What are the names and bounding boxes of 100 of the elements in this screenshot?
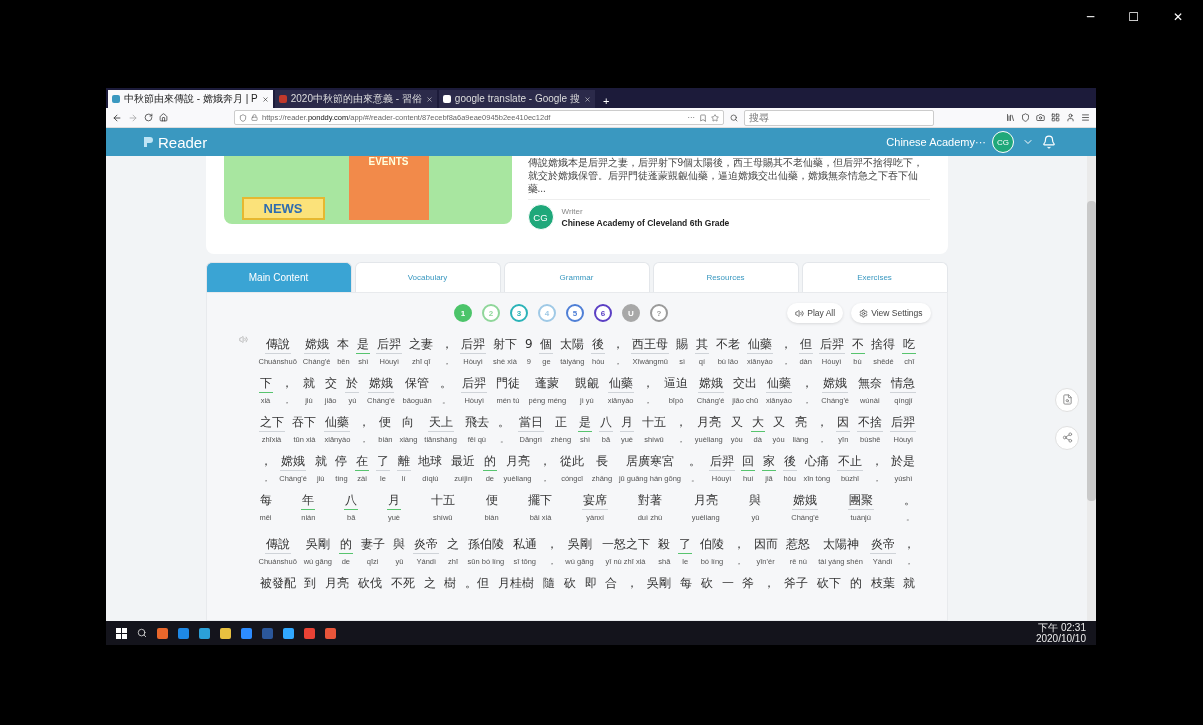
chinese-word[interactable]: 不捨 — [857, 415, 884, 432]
chinese-word[interactable]: 。 — [902, 493, 917, 510]
chinese-word[interactable]: 團聚 — [847, 493, 874, 510]
chinese-word[interactable]: 捨得 — [870, 337, 897, 354]
chinese-word[interactable]: 了 — [375, 454, 390, 471]
taskbar-app-icon[interactable] — [157, 627, 168, 639]
chinese-word[interactable]: 一怒之下 — [600, 537, 651, 554]
chinese-word[interactable]: 居廣寒宮 — [624, 454, 675, 471]
chinese-word[interactable]: 斧 — [741, 576, 756, 593]
chinese-word[interactable]: 樹 — [443, 576, 458, 593]
chinese-word[interactable]: 吳剛 — [566, 537, 593, 554]
chinese-word[interactable]: 月 — [620, 415, 634, 432]
chinese-word[interactable]: 宴席 — [582, 493, 609, 510]
chinese-word[interactable]: 其 — [695, 337, 709, 354]
chinese-word[interactable]: 射下 — [491, 337, 518, 354]
content-tab[interactable]: Vocabulary — [354, 262, 501, 292]
chinese-word[interactable]: 嫦娥 — [280, 454, 307, 471]
browser-tab[interactable]: google translate - Google 搜 — [438, 90, 595, 108]
chinese-word[interactable]: 之妻 — [408, 337, 435, 354]
chinese-word[interactable]: 長 — [594, 454, 609, 471]
chinese-word[interactable]: 。但 — [464, 576, 491, 593]
chinese-word[interactable]: 嫦娥 — [367, 376, 394, 393]
chinese-word[interactable]: 仙藥 — [607, 376, 634, 393]
chinese-word[interactable]: 交出 — [732, 376, 759, 393]
chinese-word[interactable]: 9 — [523, 337, 534, 354]
chinese-word[interactable]: 十五 — [640, 415, 667, 432]
chinese-word[interactable]: 後 — [782, 454, 797, 471]
library-icon[interactable] — [1006, 113, 1015, 122]
chinese-word[interactable]: 傳說 — [264, 337, 291, 354]
chinese-word[interactable]: 便 — [484, 493, 499, 510]
chinese-word[interactable]: 因 — [836, 415, 851, 432]
chinese-word[interactable]: 不止 — [836, 454, 863, 471]
chinese-word[interactable]: 地球 — [417, 454, 444, 471]
chinese-word[interactable]: 每 — [678, 576, 693, 593]
chinese-word[interactable]: ， — [869, 454, 884, 471]
browser-tab[interactable]: 2020中秋節的由來意義 - 習俗 — [274, 90, 437, 108]
chinese-word[interactable]: 后羿 — [461, 376, 488, 393]
chinese-word[interactable]: 孫伯陵 — [466, 537, 505, 554]
chinese-word[interactable]: 。 — [439, 376, 454, 393]
chinese-word[interactable]: 正 — [553, 415, 568, 432]
content-tab[interactable]: Resources — [652, 262, 799, 292]
chinese-word[interactable]: 之下 — [258, 415, 285, 432]
close-icon[interactable] — [583, 95, 591, 103]
taskbar-app-icon[interactable] — [325, 627, 336, 639]
chinese-word[interactable]: 擺下 — [527, 493, 554, 510]
chinese-word[interactable]: 太陽神 — [821, 537, 860, 554]
chinese-word[interactable]: 月亮 — [504, 454, 531, 471]
star-icon[interactable] — [711, 113, 719, 122]
chinese-word[interactable]: ， — [440, 337, 455, 354]
chinese-word[interactable]: 太陽 — [559, 337, 586, 354]
chinese-word[interactable]: 十五 — [429, 493, 456, 510]
chinese-word[interactable]: 吃 — [902, 337, 917, 354]
camera-icon[interactable] — [1036, 113, 1045, 122]
chinese-word[interactable]: 當日 — [517, 415, 544, 432]
chinese-word[interactable]: 月亮 — [692, 493, 719, 510]
chinese-word[interactable]: 的 — [338, 537, 353, 554]
chinese-word[interactable]: 的 — [848, 576, 863, 593]
chinese-word[interactable]: ， — [762, 576, 777, 593]
chinese-word[interactable]: 炎帝 — [869, 537, 896, 554]
chinese-word[interactable]: 砍 — [562, 576, 577, 593]
reload-icon[interactable] — [144, 113, 153, 122]
chinese-word[interactable]: 無奈 — [856, 376, 883, 393]
chinese-word[interactable]: 嫦娥 — [822, 376, 849, 393]
chinese-word[interactable]: 斧子 — [783, 576, 810, 593]
chinese-word[interactable]: ， — [280, 376, 295, 393]
chinese-word[interactable]: 吳剛 — [646, 576, 673, 593]
chinese-word[interactable]: 就 — [301, 376, 316, 393]
chinese-word[interactable]: 嫦娥 — [303, 337, 330, 354]
chinese-word[interactable]: ， — [902, 537, 917, 554]
scroll-thumb[interactable] — [1087, 201, 1096, 501]
home-icon[interactable] — [159, 113, 168, 122]
chinese-word[interactable]: 傳說 — [264, 537, 291, 554]
chinese-word[interactable]: 惹怒 — [785, 537, 812, 554]
chinese-word[interactable]: 砍 — [699, 576, 714, 593]
chinese-word[interactable]: 飛去 — [463, 415, 490, 432]
view-settings-button[interactable]: View Settings — [851, 303, 931, 323]
chinese-word[interactable]: 之 — [446, 537, 461, 554]
search-field[interactable]: 搜尋 — [744, 109, 934, 126]
chinese-word[interactable]: 仙藥 — [746, 337, 773, 354]
chinese-word[interactable]: 妻子 — [359, 537, 386, 554]
chinese-word[interactable]: 從此 — [559, 454, 585, 471]
level-button[interactable]: 6 — [593, 304, 612, 322]
windows-start-icon[interactable] — [116, 627, 127, 639]
shield-icon[interactable] — [1021, 113, 1030, 122]
chinese-word[interactable]: 因而 — [752, 537, 779, 554]
chinese-word[interactable]: 吞下 — [291, 415, 318, 432]
chinese-word[interactable]: ， — [357, 415, 372, 432]
minimize-button[interactable]: ─ — [1080, 8, 1101, 26]
chinese-word[interactable]: 了 — [678, 537, 693, 554]
chinese-word[interactable]: 本 — [336, 337, 351, 354]
close-icon[interactable] — [261, 95, 269, 103]
taskbar-app-icon[interactable] — [304, 627, 315, 639]
taskbar-app-icon[interactable] — [283, 627, 294, 639]
chinese-word[interactable]: 覬覦 — [573, 376, 600, 393]
level-button[interactable]: 5 — [565, 304, 584, 322]
chinese-word[interactable]: 但 — [798, 337, 813, 354]
chinese-word[interactable]: 后羿 — [818, 337, 845, 354]
chinese-word[interactable]: 又 — [771, 415, 786, 432]
chinese-word[interactable]: 隨 — [541, 576, 556, 593]
chinese-word[interactable]: 嫦娥 — [697, 376, 724, 393]
